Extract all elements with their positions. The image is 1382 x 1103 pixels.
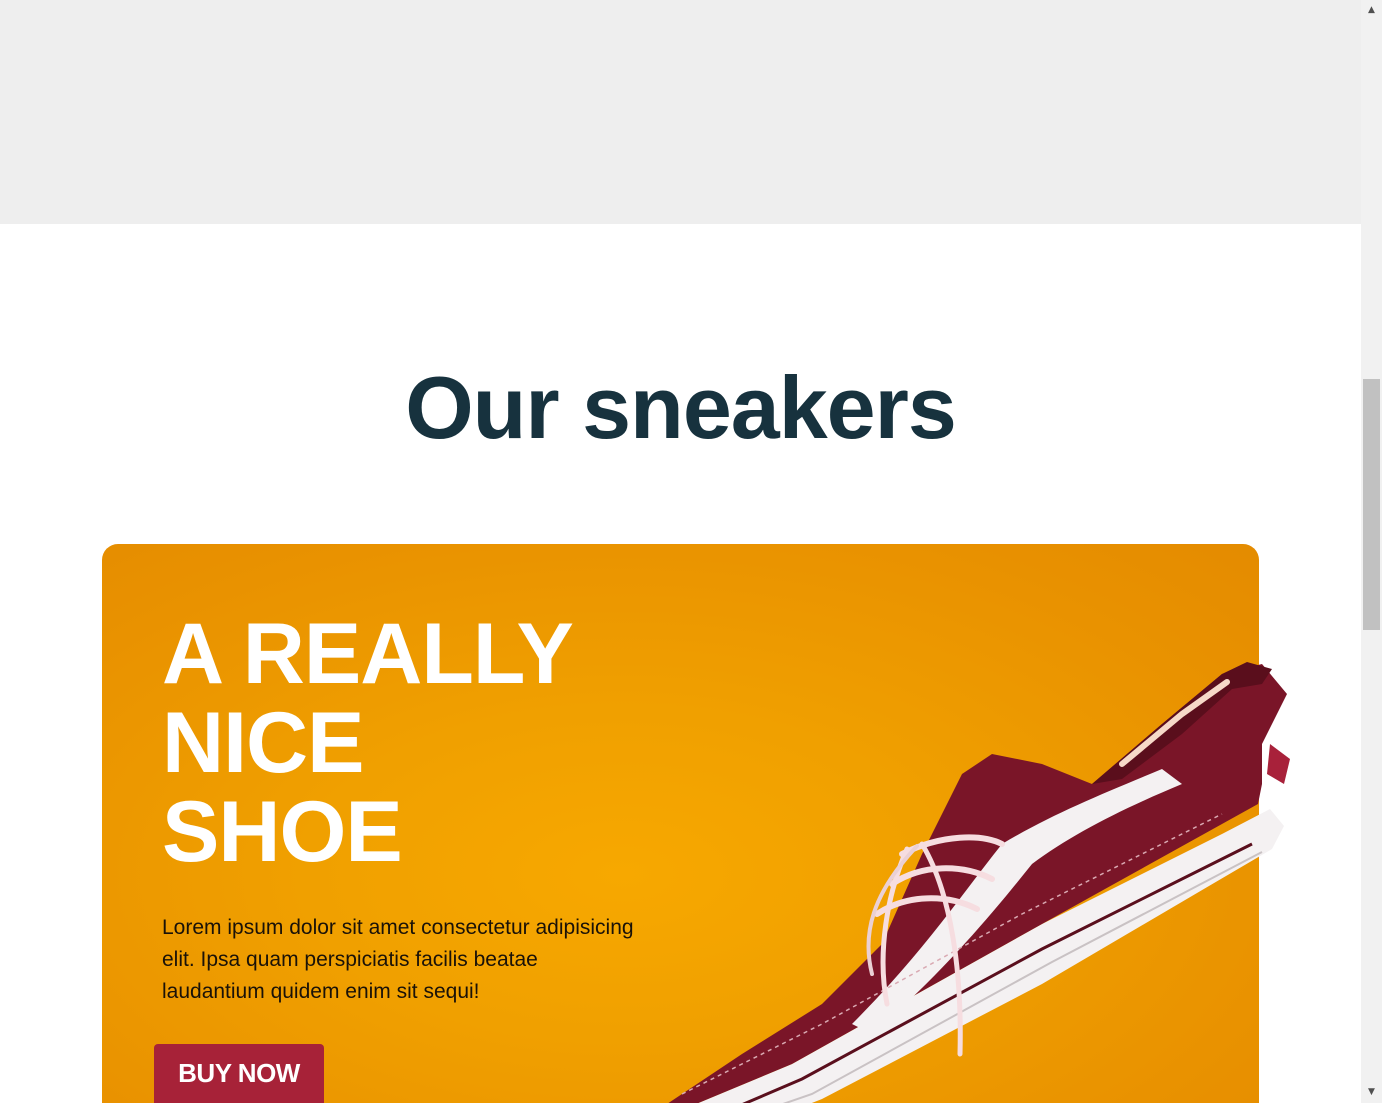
headline-line-2: NICE [162,695,364,791]
triangle-down-icon[interactable]: ▼ [1361,1084,1382,1101]
top-banner-area [0,0,1361,224]
buy-now-button[interactable]: BUY NOW [154,1044,324,1103]
page: Our sneakers A REALLY NICE SHOE Lorem ip… [0,0,1361,1103]
triangle-up-icon[interactable]: ▲ [1361,2,1382,19]
scrollbar-thumb[interactable] [1363,379,1380,630]
headline-line-3: SHOE [162,784,403,880]
sneaker-image [668,662,1290,1103]
section-title: Our sneakers [405,358,957,457]
product-headline: A REALLY NICE SHOE [162,606,574,880]
product-description: Lorem ipsum dolor sit amet consectetur a… [162,916,634,1003]
vertical-scrollbar[interactable]: ▲ ▼ [1361,0,1382,1103]
headline-line-1: A REALLY [162,606,574,702]
product-card: A REALLY NICE SHOE Lorem ipsum dolor sit… [102,544,1290,1103]
